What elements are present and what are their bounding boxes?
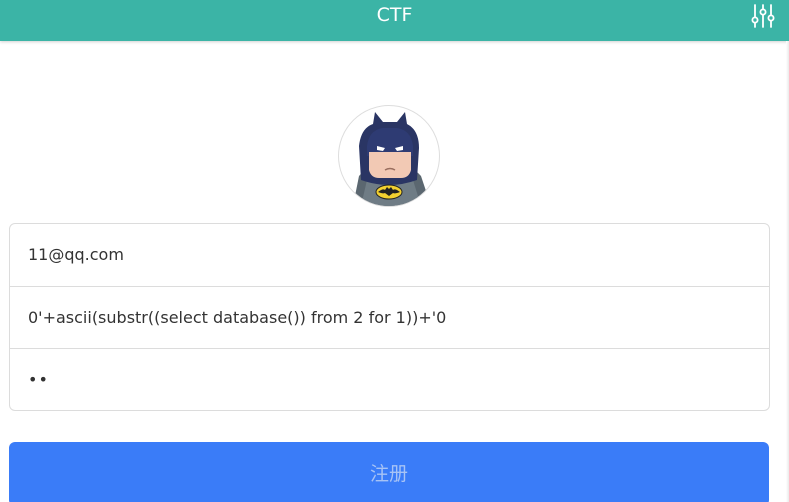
email-field[interactable]: 11@qq.com bbox=[10, 224, 769, 286]
username-field[interactable]: 0'+ascii(substr((select database()) from… bbox=[10, 286, 769, 348]
register-page: CTF 11@qq.com 0'+ascii(substr((select da… bbox=[0, 0, 789, 502]
register-form: 11@qq.com 0'+ascii(substr((select databa… bbox=[9, 223, 770, 411]
register-button[interactable]: 注册 bbox=[9, 442, 769, 502]
username-value: 0'+ascii(substr((select database()) from… bbox=[28, 308, 447, 327]
page-title: CTF bbox=[376, 4, 413, 26]
sliders-icon[interactable] bbox=[750, 3, 776, 29]
avatar bbox=[338, 105, 440, 207]
batman-avatar-icon bbox=[353, 112, 431, 206]
top-bar: CTF bbox=[0, 0, 789, 41]
email-value: 11@qq.com bbox=[28, 245, 124, 264]
password-field[interactable]: •• bbox=[10, 348, 769, 410]
password-masked-value: •• bbox=[28, 370, 49, 389]
